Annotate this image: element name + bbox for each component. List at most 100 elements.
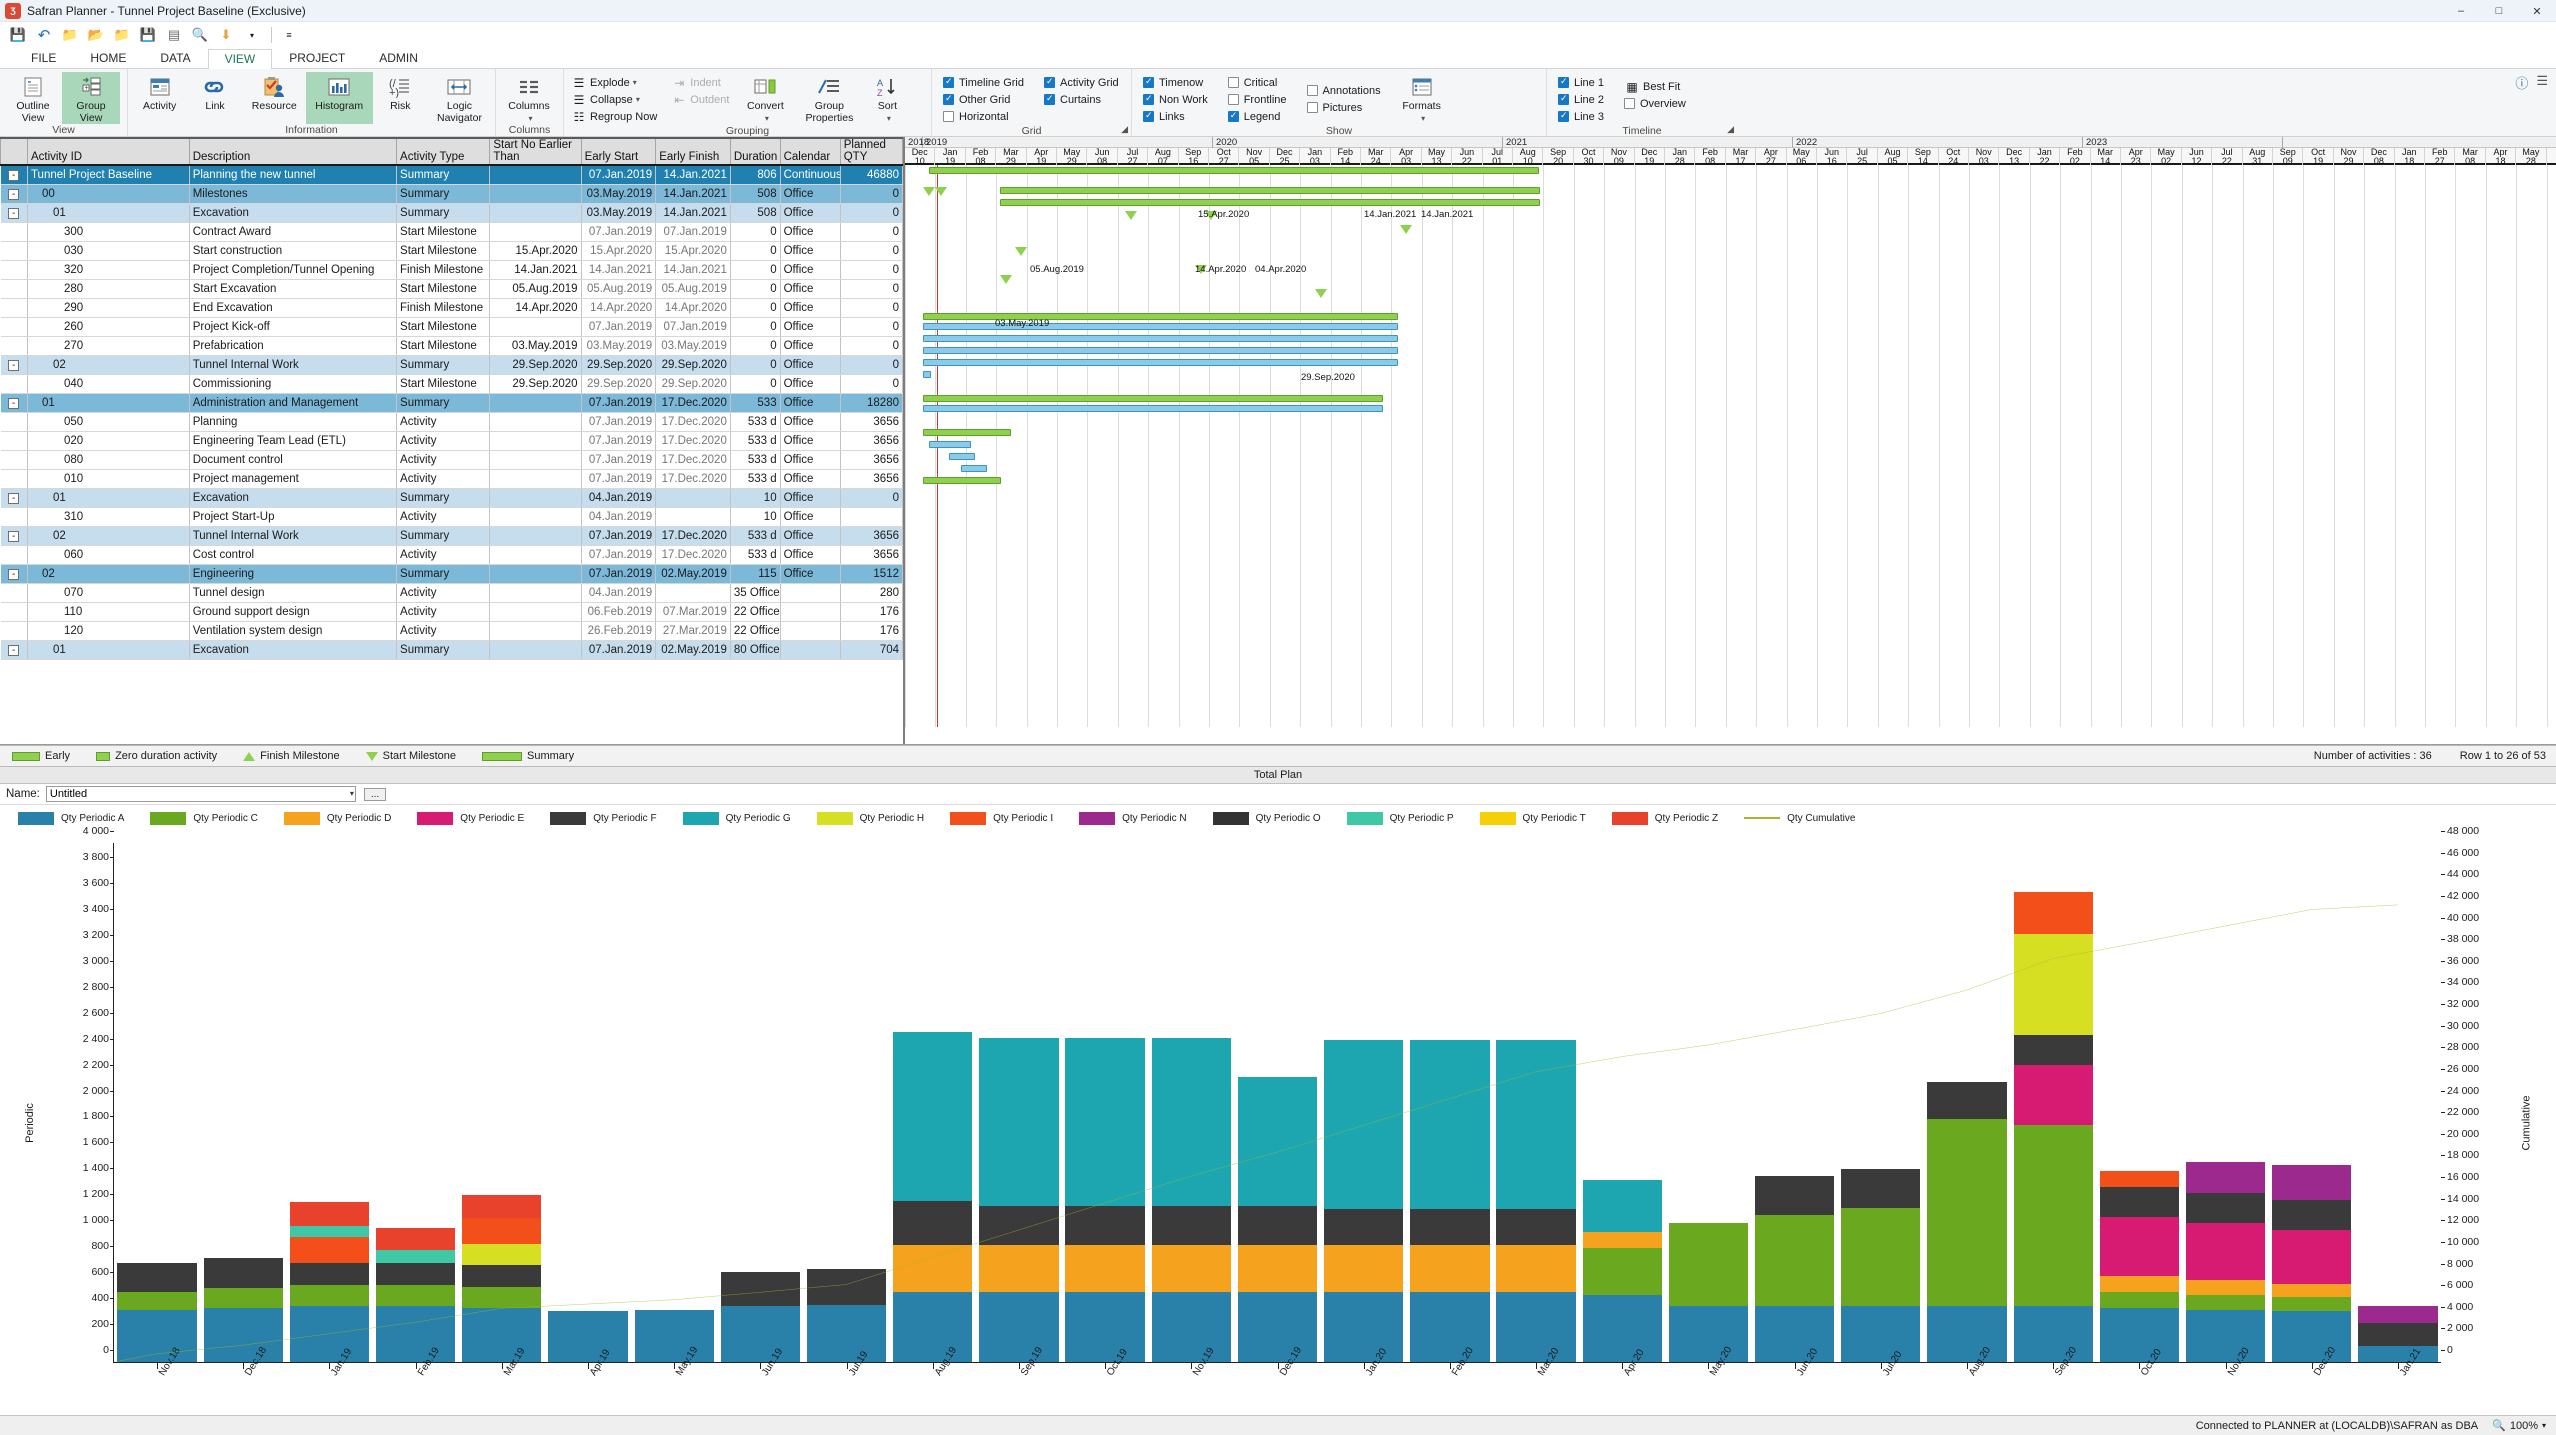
row-expander[interactable]: - (0, 165, 28, 185)
minimize-button[interactable]: – (2442, 0, 2480, 22)
gantt-bar[interactable] (949, 453, 975, 460)
gantt-bar[interactable] (923, 477, 1001, 484)
overview-checkbox[interactable]: Overview (1621, 95, 1689, 112)
table-row[interactable]: -01 Excavation Summary 03.May.2019 14.Jan.20… (0, 203, 903, 223)
bar-column[interactable] (117, 843, 197, 1362)
expander-icon[interactable]: - (8, 530, 20, 542)
name-input[interactable] (45, 786, 356, 802)
activity-button[interactable]: Activity (132, 72, 187, 124)
table-row[interactable]: -00 Milestones Summary 03.May.2019 14.Jan.20… (0, 184, 903, 204)
milestone-marker[interactable] (935, 187, 947, 196)
table-row[interactable]: -02 Tunnel Internal Work Summary 07.Jan.201… (0, 526, 903, 546)
bar-column[interactable] (2099, 843, 2179, 1362)
bar-column[interactable] (1927, 843, 2007, 1362)
gantt-bar[interactable] (923, 371, 931, 378)
legend-checkbox[interactable]: Legend (1225, 108, 1290, 125)
undo-icon[interactable]: ↶ (32, 24, 56, 46)
bar-column[interactable] (2013, 843, 2093, 1362)
table-row[interactable]: 290 End Excavation Finish Milestone 14.Apr.… (0, 298, 903, 318)
expander-icon[interactable]: - (8, 397, 20, 409)
gantt-bar[interactable] (923, 359, 1398, 366)
bar-column[interactable] (1410, 843, 1490, 1362)
links-checkbox[interactable]: Links (1140, 108, 1211, 125)
bar-column[interactable] (634, 843, 714, 1362)
expander-icon[interactable]: - (8, 492, 20, 504)
table-row[interactable]: 310 Project Start-Up Activity 04.Jan.2019 10… (0, 507, 903, 527)
tab-admin[interactable]: ADMIN (362, 48, 435, 68)
row-expander[interactable] (0, 298, 28, 318)
gantt-bar[interactable] (1000, 199, 1540, 206)
bar-column[interactable] (462, 843, 542, 1362)
bar-column[interactable] (203, 843, 283, 1362)
bar-column[interactable] (2272, 843, 2352, 1362)
row-expander[interactable] (0, 621, 28, 641)
table-row[interactable]: 270 Prefabrication Start Milestone 03.May.2… (0, 336, 903, 356)
explode-button[interactable]: ☰ Explode ▾ (568, 74, 660, 91)
new-folder-icon[interactable]: 📁 (58, 24, 82, 46)
gantt-bars-area[interactable]: 15.Apr.2020 14.Jan.2021 14.Jan.2021 05.Aug.… (905, 165, 2556, 727)
table-row[interactable]: 080 Document control Activity 07.Jan.2019 17… (0, 450, 903, 470)
col-expander[interactable] (0, 137, 28, 166)
gantt-bar[interactable] (923, 347, 1398, 354)
gantt-bar[interactable] (923, 405, 1383, 412)
line-3-checkbox[interactable]: Line 3 (1555, 108, 1607, 125)
save-as-folder-icon[interactable]: 📁 (110, 24, 134, 46)
convert-button[interactable]: Convert ▾ (736, 72, 794, 124)
col-calendar[interactable]: Calendar (779, 137, 841, 166)
col-activity-id[interactable]: Activity ID (26, 137, 190, 166)
link-button[interactable]: Link (187, 72, 242, 124)
convert-caret-icon[interactable]: ▾ (765, 113, 769, 125)
milestone-marker[interactable] (1315, 289, 1327, 298)
bar-column[interactable] (1754, 843, 1835, 1362)
table-row[interactable]: 280 Start Excavation Start Milestone 05.Aug… (0, 279, 903, 299)
group-view-button[interactable]: + Group View (62, 72, 120, 124)
row-expander[interactable] (0, 583, 28, 603)
table-row[interactable]: 070 Tunnel design Activity 04.Jan.2019 35 Of… (0, 583, 903, 603)
row-expander[interactable]: - (0, 564, 28, 584)
milestone-marker[interactable] (1400, 225, 1412, 234)
gantt-bar[interactable] (923, 395, 1383, 402)
columns-button[interactable]: Columns ▾ (500, 72, 558, 124)
expander-icon[interactable]: - (8, 568, 20, 580)
row-expander[interactable] (0, 507, 28, 527)
bar-column[interactable] (1496, 843, 1576, 1362)
save-copy-icon[interactable]: 💾 (136, 24, 160, 46)
row-expander[interactable] (0, 279, 28, 299)
line-1-checkbox[interactable]: Line 1 (1555, 74, 1607, 91)
row-expander[interactable]: - (0, 203, 28, 223)
annotations-checkbox[interactable]: Annotations (1304, 82, 1384, 99)
activity-grid-checkbox[interactable]: Activity Grid (1041, 74, 1122, 91)
gantt-bar[interactable] (923, 335, 1398, 342)
expander-icon[interactable]: - (8, 188, 20, 200)
indent-button[interactable]: ⇥ Indent (668, 74, 732, 91)
row-expander[interactable]: - (0, 526, 28, 546)
row-expander[interactable] (0, 222, 28, 242)
milestone-marker[interactable] (1015, 247, 1027, 256)
outdent-button[interactable]: ⇤ Outdent (668, 91, 732, 108)
bar-column[interactable] (548, 843, 628, 1362)
table-row[interactable]: 320 Project Completion/Tunnel Opening Fini… (0, 260, 903, 280)
row-expander[interactable]: - (0, 488, 28, 508)
collapse-button[interactable]: ☰ Collapse ▾ (568, 91, 660, 108)
row-expander[interactable] (0, 241, 28, 261)
open-folder-icon[interactable]: 📂 (84, 24, 108, 46)
row-expander[interactable] (0, 412, 28, 432)
expander-icon[interactable]: - (8, 359, 20, 371)
best-fit-button[interactable]: ▦ Best Fit (1621, 78, 1689, 95)
col-early-finish[interactable]: Early Finish (655, 137, 731, 166)
tab-view[interactable]: VIEW (207, 49, 273, 69)
col-planned-qty[interactable]: Planned QTY (839, 137, 903, 166)
activity-grid[interactable]: Activity ID Description Activity Type St… (0, 137, 905, 744)
name-combo[interactable]: ▾ (40, 786, 356, 802)
milestone-marker[interactable] (1000, 275, 1012, 284)
col-duration[interactable]: Duration (729, 137, 781, 166)
col-start-no-earlier-than[interactable]: Start No Earlier Than (489, 137, 582, 166)
row-expander[interactable] (0, 317, 28, 337)
risk-button[interactable]: (/+) Risk (373, 72, 428, 124)
other-grid-checkbox[interactable]: Other Grid (940, 91, 1027, 108)
table-row[interactable]: 040 Commissioning Start Milestone 29.Sep.20… (0, 374, 903, 394)
bar-column[interactable] (806, 843, 887, 1362)
gantt-bar[interactable] (923, 429, 1011, 436)
line-2-checkbox[interactable]: Line 2 (1555, 91, 1607, 108)
table-row[interactable]: 260 Project Kick-off Start Milestone 07.Jan… (0, 317, 903, 337)
